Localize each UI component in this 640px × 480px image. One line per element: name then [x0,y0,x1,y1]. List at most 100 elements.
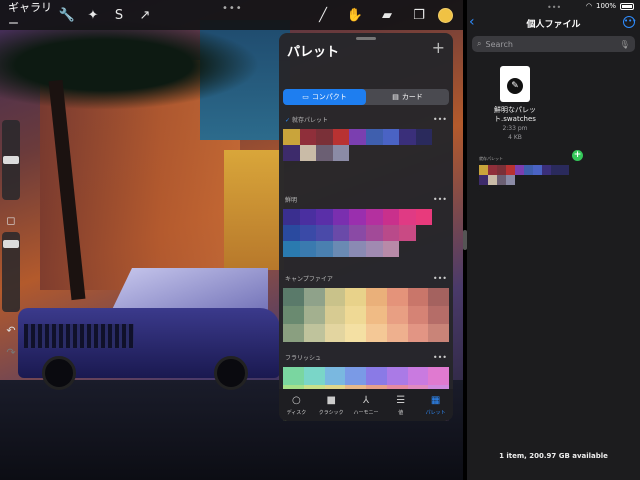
more-icon[interactable]: ••• [433,195,447,204]
color-swatch[interactable] [366,324,387,342]
color-swatch[interactable] [316,209,333,225]
color-swatch[interactable] [415,209,433,225]
segment-compact[interactable]: ▭ コンパクト [283,89,366,105]
multitask-dots[interactable]: ••• [222,3,243,14]
color-swatch[interactable] [303,288,325,306]
more-icon[interactable]: ••• [433,115,447,124]
tab-value[interactable]: ☰ 値 [383,389,418,421]
color-swatch[interactable] [382,241,400,257]
color-swatch[interactable] [303,324,325,342]
panel-grabber[interactable] [356,37,376,40]
color-swatch[interactable] [382,225,400,241]
opacity-slider[interactable] [2,232,20,312]
color-swatch[interactable] [332,225,350,241]
wrench-icon[interactable]: 🔧 [54,0,80,30]
search-input[interactable] [485,39,616,49]
microphone-icon[interactable]: 🎙 [619,40,629,49]
color-swatch[interactable] [349,209,366,225]
color-swatch[interactable] [407,288,429,306]
color-swatch[interactable] [365,209,383,225]
color-swatch[interactable] [299,241,317,257]
color-swatch[interactable] [366,367,387,385]
color-swatch[interactable] [283,288,304,306]
color-swatch[interactable] [399,129,416,145]
color-swatch[interactable] [283,324,304,342]
color-picker-button[interactable] [438,7,453,23]
color-swatch[interactable] [386,288,408,306]
more-icon[interactable]: ••• [433,353,447,362]
color-swatch[interactable] [428,288,449,306]
color-swatch[interactable] [283,209,300,225]
eraser-icon[interactable]: ▰ [374,0,400,30]
color-swatch[interactable] [332,241,350,257]
palette-vivid[interactable]: 鮮明 ••• [283,193,449,257]
brush-icon[interactable]: ╱ [310,0,336,30]
color-swatch[interactable] [415,129,433,145]
magic-wand-icon[interactable]: ✦ [80,0,106,30]
transform-arrow-icon[interactable]: ↗ [132,0,158,30]
color-swatch[interactable] [386,324,408,342]
tab-disc[interactable]: ○ ディスク [279,389,314,421]
smudge-icon[interactable]: ✋ [342,0,368,30]
undo-icon[interactable]: ↶ [4,324,18,338]
color-swatch[interactable] [349,241,366,257]
color-swatch[interactable] [299,145,317,161]
color-swatch[interactable] [299,129,317,145]
color-swatch[interactable] [316,241,333,257]
palette-campfire[interactable]: キャンプファイア ••• [283,272,449,342]
color-swatch[interactable] [382,209,400,225]
color-swatch[interactable] [324,324,346,342]
brush-size-thumb[interactable] [3,156,19,164]
color-swatch[interactable] [382,129,400,145]
procreate-canvas[interactable]: ギャラリー 🔧 ✦ S ↗ ••• ╱ ✋ ▰ ❐ ◻ ↶ ↷ パレット + ▭… [0,0,463,480]
color-swatch[interactable] [303,306,325,324]
layers-icon[interactable]: ❐ [406,0,432,30]
color-swatch[interactable] [428,306,449,324]
selection-icon[interactable]: S [106,0,132,30]
color-swatch[interactable] [386,367,408,385]
color-swatch[interactable] [366,306,387,324]
color-swatch[interactable] [283,306,304,324]
add-palette-button[interactable]: + [432,38,445,57]
color-swatch[interactable] [332,209,350,225]
tab-palettes[interactable]: ▦ パレット [418,389,453,421]
color-swatch[interactable] [345,367,366,385]
color-swatch[interactable] [365,129,383,145]
tab-harmony[interactable]: ⅄ ハーモニー [349,389,384,421]
color-swatch[interactable] [316,225,333,241]
more-icon[interactable]: ••• [433,274,447,283]
color-swatch[interactable] [283,367,304,385]
search-bar[interactable]: ⌕ 🎙 [472,36,635,52]
color-swatch[interactable] [303,367,325,385]
modify-button[interactable]: ◻ [4,214,18,228]
color-swatch[interactable] [365,241,383,257]
color-swatch[interactable] [324,367,346,385]
color-swatch[interactable] [349,129,366,145]
color-swatch[interactable] [428,324,449,342]
color-swatch[interactable] [365,225,383,241]
color-swatch[interactable] [324,288,346,306]
color-swatch[interactable] [283,225,300,241]
color-swatch[interactable] [386,306,408,324]
color-swatch[interactable] [283,145,300,161]
more-options-button[interactable]: ••• [623,16,636,28]
color-swatch[interactable] [399,225,416,241]
gallery-button[interactable]: ギャラリー [0,0,54,31]
palette-default[interactable]: ✓ 就存パレット ••• [283,113,449,161]
color-swatch[interactable] [299,225,317,241]
color-swatch[interactable] [366,288,387,306]
color-swatch[interactable] [345,288,366,306]
tab-classic[interactable]: ■ クラシック [314,389,349,421]
color-swatch[interactable] [407,324,429,342]
color-swatch[interactable] [299,209,317,225]
brush-size-slider[interactable] [2,120,20,200]
color-swatch[interactable] [345,306,366,324]
opacity-thumb[interactable] [3,240,19,248]
multitask-dots[interactable]: ••• [547,3,561,12]
file-item[interactable]: ✎ 鮮明なパレッ ト.swatches 2:33 pm 4 KB [475,66,555,142]
color-swatch[interactable] [283,129,300,145]
color-swatch[interactable] [332,145,350,161]
color-swatch[interactable] [407,306,429,324]
color-swatch[interactable] [428,367,449,385]
color-swatch[interactable] [349,225,366,241]
